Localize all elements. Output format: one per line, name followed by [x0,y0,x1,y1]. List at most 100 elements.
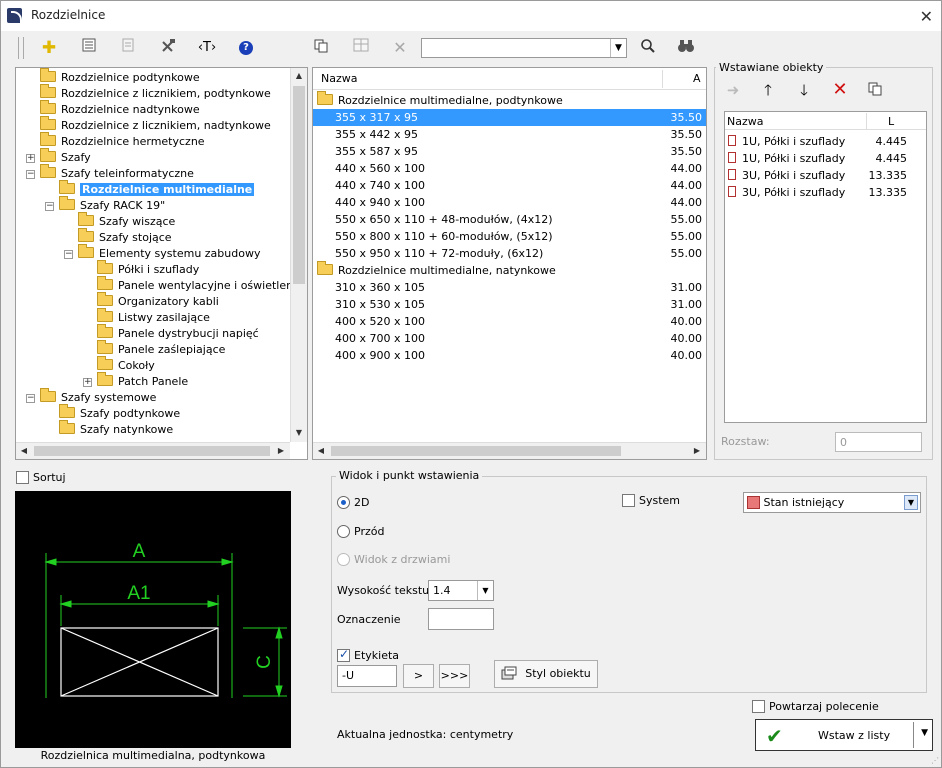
list-row[interactable]: 550 x 950 x 110 + 72-moduły, (6x12) 55.00 [313,245,706,262]
list-row[interactable]: 400 x 900 x 100 40.00 [313,347,706,364]
duplicate-icon[interactable] [865,81,885,99]
tree-item[interactable]: Panele zaślepiające [97,340,225,358]
inserted-row[interactable]: 1U, Półki i szuflady 4.445 [728,133,923,150]
tree-item[interactable]: Patch Panele [97,372,188,390]
text-height-dropdown[interactable]: 1.4 ▼ [428,580,494,601]
expand-plus-icon[interactable]: + [83,378,92,387]
scroll-left-icon[interactable]: ◀ [16,443,32,459]
label-input[interactable]: -U [337,665,397,687]
radio-2d[interactable]: 2D [337,496,369,509]
text-tag-icon[interactable]: ‹T› [196,38,218,58]
tree-item[interactable]: Rozdzielnice z licznikiem, podtynkowe [40,84,271,102]
sort-checkbox[interactable]: Sortuj [16,471,66,484]
search-icon[interactable] [637,38,659,58]
scroll-right-icon[interactable]: ▶ [689,443,705,459]
help-icon[interactable]: ? [239,41,253,55]
list-row[interactable]: 440 x 740 x 100 44.00 [313,177,706,194]
chevron-down-icon[interactable]: ▼ [477,581,493,600]
object-style-button[interactable]: Styl obiektu [494,660,598,688]
close-icon[interactable]: ✕ [920,7,933,26]
tree-item[interactable]: Panele wentylacyjne i oświetleniowe [97,276,307,294]
category-tree[interactable]: Rozdzielnice podtynkowe Rozdzielnice z l… [15,67,308,460]
arrow-up-icon[interactable]: 🡑 [758,81,778,99]
element-list[interactable]: Nazwa A Rozdzielnice multimedialne, podt… [312,67,707,460]
binoculars-icon[interactable] [675,38,697,58]
search-combo[interactable]: ▼ [421,38,627,58]
collapse-minus-icon[interactable]: − [26,394,35,403]
collapse-minus-icon[interactable]: − [64,250,73,259]
tree-item-selected[interactable]: Rozdzielnice multimedialne [59,180,255,198]
list-row[interactable]: 310 x 360 x 105 31.00 [313,279,706,296]
list-group[interactable]: Rozdzielnice multimedialne, podtynkowe [313,91,706,109]
column-l-header[interactable]: L [888,115,894,128]
scroll-right-icon[interactable]: ▶ [273,443,289,459]
inserted-row[interactable]: 1U, Półki i szuflady 4.445 [728,150,923,167]
list-row[interactable]: 400 x 520 x 100 40.00 [313,313,706,330]
list-row[interactable]: 400 x 700 x 100 40.00 [313,330,706,347]
insert-from-list-button[interactable]: ✔ Wstaw z listy ▼ [755,719,933,751]
more-button[interactable]: >>> [439,664,470,688]
remove-icon[interactable]: ✕ [830,81,850,99]
list-row[interactable]: 550 x 800 x 110 + 60-modułów, (5x12) 55.0… [313,228,706,245]
tree-item[interactable]: Szafy natynkowe [59,420,173,438]
list-group[interactable]: Rozdzielnice multimedialne, natynkowe [313,261,706,279]
list-horizontal-scrollbar[interactable]: ◀ ▶ [313,442,706,459]
tree-item[interactable]: Szafy wiszące [78,212,175,230]
resize-grip-icon[interactable]: ⋰ [931,756,939,765]
add-icon[interactable]: ✚ [38,38,60,58]
scroll-left-icon[interactable]: ◀ [313,443,329,459]
copy-icon[interactable] [310,38,332,58]
tree-item[interactable]: Szafy RACK 19" [59,196,165,214]
tree-item[interactable]: Rozdzielnice z licznikiem, nadtynkowe [40,116,271,134]
spacing-input[interactable]: 0 [835,432,922,452]
tree-item[interactable]: Rozdzielnice podtynkowe [40,68,200,86]
scroll-thumb[interactable] [331,446,621,456]
chevron-down-icon[interactable]: ▼ [904,495,918,510]
tree-item[interactable]: Organizatory kabli [97,292,219,310]
label-checkbox[interactable]: Etykieta [337,647,399,662]
scroll-thumb[interactable] [34,446,270,456]
column-name-header[interactable]: Nazwa [321,72,357,85]
arrow-down-icon[interactable]: 🡓 [794,81,814,99]
scroll-thumb[interactable] [293,86,305,284]
scroll-down-icon[interactable]: ▼ [291,425,307,441]
marking-input[interactable] [428,608,494,630]
expand-plus-icon[interactable]: + [26,154,35,163]
table-icon[interactable] [350,38,372,58]
tree-horizontal-scrollbar[interactable]: ◀ ▶ [16,442,290,459]
tree-item[interactable]: Szafy podtynkowe [59,404,180,422]
radio-doors[interactable]: Widok z drzwiami [337,553,450,566]
tree-item[interactable]: Półki i szuflady [97,260,199,278]
inserted-objects-list[interactable]: Nazwa L 1U, Półki i szuflady 4.445 1U, Pó… [724,111,927,423]
tree-item[interactable]: Panele dystrybucji napięć [97,324,259,342]
column-name-header[interactable]: Nazwa [727,115,763,128]
properties-icon[interactable] [78,38,100,58]
collapse-minus-icon[interactable]: − [26,170,35,179]
tree-item[interactable]: Rozdzielnice nadtynkowe [40,100,200,118]
list-row[interactable]: 355 x 587 x 95 35.50 [313,143,706,160]
document-icon[interactable] [117,38,139,58]
next-button[interactable]: > [403,664,434,688]
arrow-right-icon[interactable]: ➜ [723,81,743,99]
chevron-down-icon[interactable]: ▼ [921,728,928,738]
list-row[interactable]: 440 x 940 x 100 44.00 [313,194,706,211]
inserted-row[interactable]: 3U, Półki i szuflady 13.335 [728,167,923,184]
list-row[interactable]: 550 x 650 x 110 + 48-modułów, (4x12) 55.0… [313,211,706,228]
radio-front[interactable]: Przód [337,525,384,538]
list-row[interactable]: 440 x 560 x 100 44.00 [313,160,706,177]
tree-item[interactable]: Szafy stojące [78,228,172,246]
tree-vertical-scrollbar[interactable]: ▲ ▼ [290,68,307,442]
tools-icon[interactable] [157,38,179,58]
tree-item[interactable]: Szafy systemowe [40,388,156,406]
list-row[interactable]: 310 x 530 x 105 31.00 [313,296,706,313]
delete-icon[interactable]: ✕ [389,38,411,58]
list-row[interactable]: 355 x 317 x 95 35.50 [313,109,706,126]
column-a-header[interactable]: A [693,72,701,85]
scroll-up-icon[interactable]: ▲ [291,68,307,84]
system-checkbox[interactable]: System [622,494,680,507]
state-dropdown[interactable]: Stan istniejący ▼ [743,492,921,513]
repeat-checkbox[interactable]: Powtarzaj polecenie [752,700,879,713]
toolbar-grip[interactable] [18,37,24,59]
list-row[interactable]: 355 x 442 x 95 35.50 [313,126,706,143]
tree-item[interactable]: Listwy zasilające [97,308,210,326]
